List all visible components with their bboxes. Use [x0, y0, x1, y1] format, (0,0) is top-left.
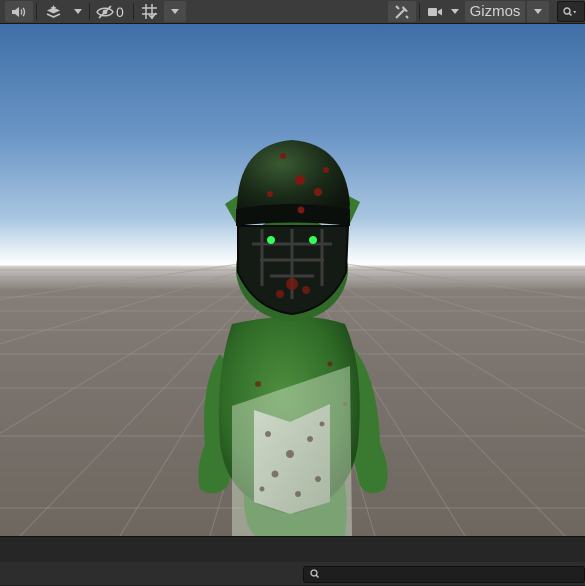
hidden-objects-count: 0 [116, 3, 124, 20]
toolbar-separator [89, 3, 90, 20]
chevron-down-icon [171, 9, 179, 14]
audio-toggle-button[interactable] [5, 1, 33, 22]
scene-viewport[interactable] [0, 24, 585, 536]
project-search-input[interactable] [303, 566, 585, 583]
scene-footer-bar [0, 536, 585, 562]
gizmos-dropdown-button[interactable] [527, 1, 549, 22]
chevron-down-icon [534, 9, 542, 14]
chevron-down-icon [74, 9, 82, 14]
grid-dropdown-button[interactable] [164, 1, 186, 22]
grid-icon [141, 4, 157, 20]
effects-dropdown-button[interactable] [68, 1, 88, 22]
toolbar-separator [419, 3, 420, 20]
search-icon [309, 567, 321, 582]
scene-visibility-button[interactable]: 0 [93, 1, 131, 22]
camera-icon [428, 7, 442, 16]
character-model[interactable] [0, 24, 585, 536]
effects-icon [46, 5, 60, 18]
toolbar-separator [133, 3, 134, 20]
effects-toggle-button[interactable] [40, 1, 66, 22]
gizmos-button[interactable]: Gizmos [465, 1, 525, 22]
gizmos-label: Gizmos [469, 3, 521, 20]
character-right-eye [309, 236, 317, 244]
toolbar-separator [36, 3, 37, 20]
chevron-down-icon [451, 9, 459, 14]
search-icon [563, 6, 576, 16]
scene-search-field[interactable] [557, 1, 585, 22]
scene-toolbar: 0 Gizmos [0, 0, 585, 24]
camera-settings-button[interactable] [423, 1, 463, 22]
project-toolbar [0, 562, 585, 585]
tools-toggle-button[interactable] [388, 1, 416, 22]
visibility-off-icon [96, 4, 114, 19]
audio-icon [12, 6, 26, 17]
character-left-eye [267, 236, 275, 244]
grid-toggle-button[interactable] [137, 1, 161, 22]
tools-icon [395, 4, 409, 19]
